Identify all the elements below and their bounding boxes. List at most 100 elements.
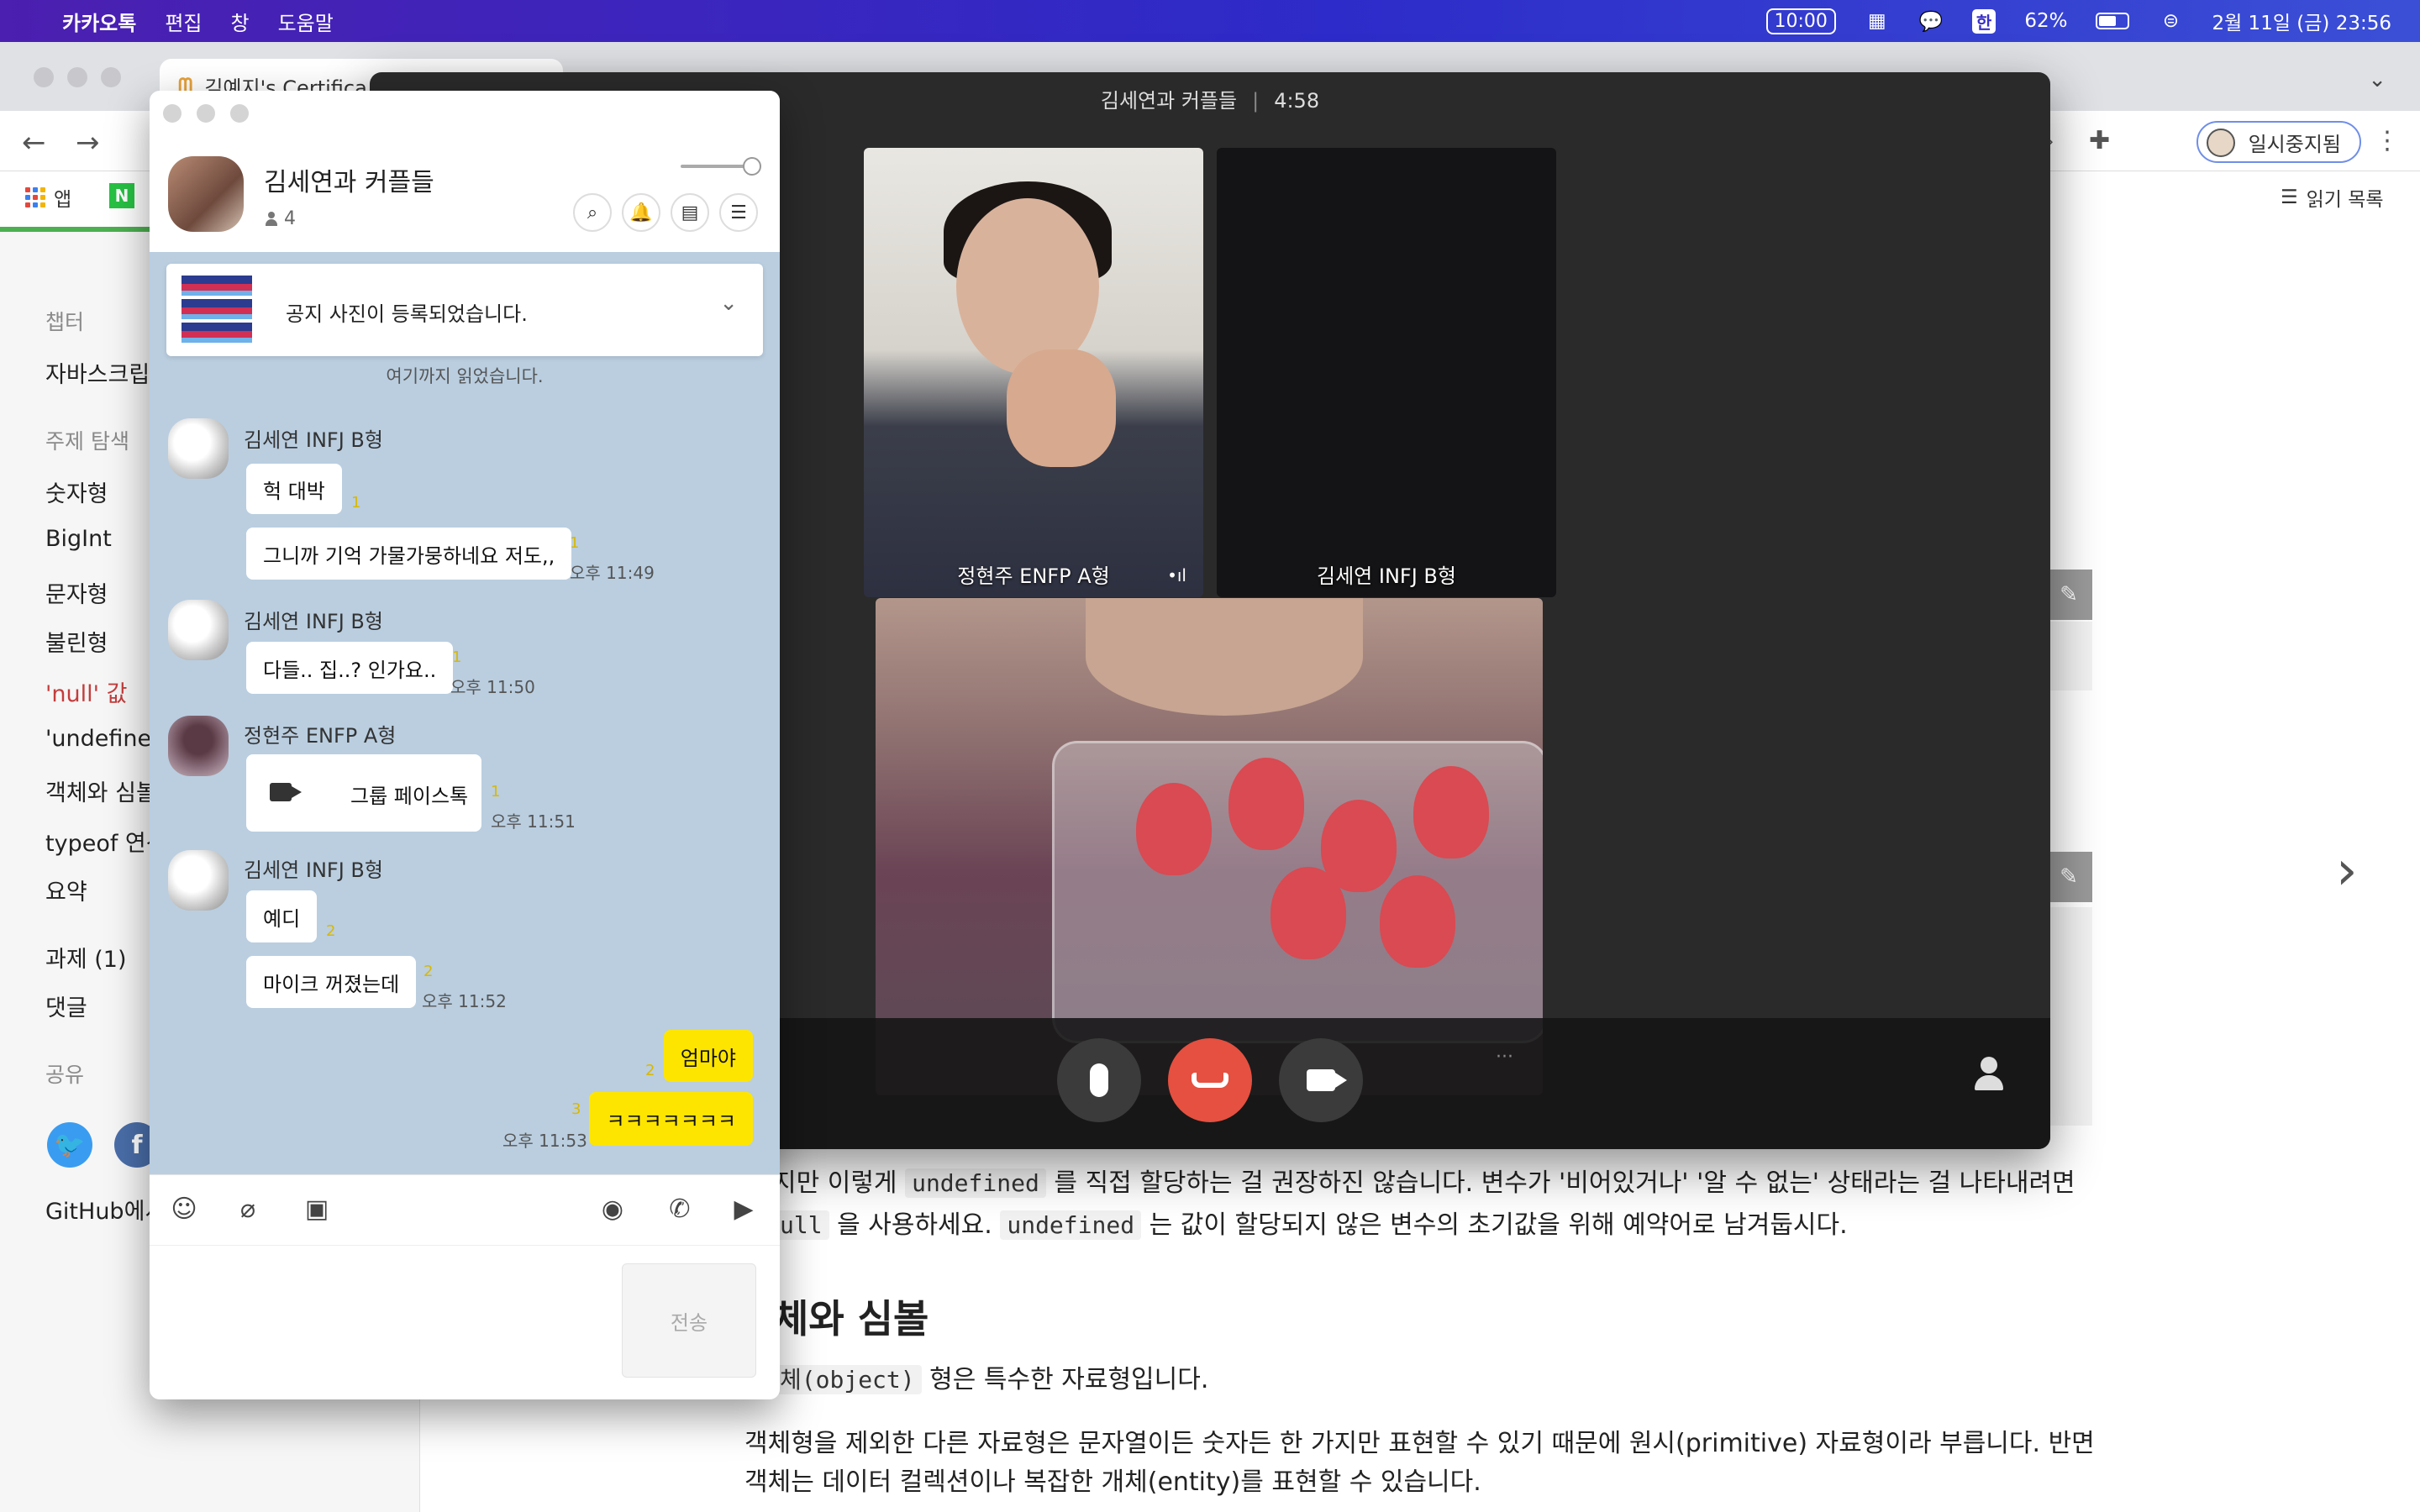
person-icon[interactable] bbox=[1970, 1053, 2008, 1092]
mic-button[interactable] bbox=[1057, 1038, 1141, 1122]
window-layout-icon[interactable]: ▦ bbox=[1865, 10, 1890, 32]
menu-icon[interactable]: ☰ bbox=[719, 193, 758, 232]
chat-room-title: 김세연과 커플들 bbox=[264, 168, 434, 197]
forward-arrow-icon[interactable]: → bbox=[76, 126, 100, 160]
menu-clock[interactable]: 2월 11일 (금) 23:56 bbox=[2212, 7, 2391, 35]
tab-list-chevron-icon[interactable]: ⌄ bbox=[2368, 67, 2386, 92]
menu-edit[interactable]: 편집 bbox=[165, 7, 202, 36]
notice-thumbnail bbox=[182, 276, 252, 344]
back-arrow-icon[interactable]: ← bbox=[22, 126, 46, 160]
message-bubble[interactable]: 예디 bbox=[246, 890, 318, 942]
opacity-slider[interactable] bbox=[681, 157, 761, 176]
assignment-link[interactable]: 과제 (1) bbox=[45, 941, 127, 974]
face-talk-room: 김세연과 커플들 bbox=[1100, 89, 1238, 113]
menu-window[interactable]: 창 bbox=[231, 7, 250, 36]
video-tile-participant[interactable]: 정현주 ENFP A형 •ıl bbox=[864, 148, 1203, 597]
message-time: 오후 11:51 bbox=[491, 811, 576, 832]
bookmark-naver[interactable]: N bbox=[109, 183, 134, 208]
bookmark-apps[interactable]: 앱 bbox=[25, 183, 71, 212]
extension-puzzle-icon[interactable]: ✚ bbox=[2089, 126, 2110, 155]
sender-name: 김세연 INFJ B형 bbox=[244, 428, 383, 452]
sender-avatar[interactable] bbox=[168, 716, 229, 776]
control-center-icon[interactable]: ⊜ bbox=[2158, 10, 2183, 32]
group-facetalk-bubble[interactable]: 그룹 페이스톡 bbox=[246, 754, 481, 832]
calendar-icon[interactable]: ▣ bbox=[299, 1191, 334, 1226]
voice-icon[interactable]: ◉ bbox=[595, 1191, 630, 1226]
bell-icon[interactable]: 🔔 bbox=[622, 193, 660, 232]
notice-banner[interactable]: 공지 사진이 등록되었습니다. ⌄ bbox=[166, 264, 763, 356]
message-bubble[interactable]: 마이크 꺼졌는데 bbox=[246, 956, 417, 1008]
topic-boolean[interactable]: 불린형 bbox=[45, 625, 108, 658]
chat-status-icon[interactable]: 💬 bbox=[1918, 11, 1944, 33]
topic-number[interactable]: 숫자형 bbox=[45, 475, 108, 508]
browser-close-button[interactable] bbox=[34, 67, 54, 87]
topic-summary[interactable]: 요약 bbox=[45, 874, 87, 906]
input-method-indicator[interactable]: 한 bbox=[1971, 8, 1996, 34]
member-count[interactable]: 4 bbox=[264, 208, 296, 229]
inline-code: 체(object) bbox=[773, 1365, 922, 1394]
browser-menu-icon[interactable]: ⋮ bbox=[2375, 126, 2400, 155]
topics-label: 주제 탐색 bbox=[45, 429, 129, 454]
comments-link[interactable]: 댓글 bbox=[45, 990, 87, 1022]
reading-list-icon: ☰ bbox=[2281, 186, 2298, 208]
chat-minimize-button[interactable] bbox=[197, 104, 215, 123]
members-icon bbox=[264, 211, 279, 227]
unread-count: 1 bbox=[351, 494, 361, 512]
battery-icon[interactable] bbox=[2096, 13, 2130, 29]
paragraph: 객체는 데이터 컬렉션이나 복잡한 개체(entity)를 표현할 수 있습니다… bbox=[744, 1467, 1481, 1497]
my-message-bubble[interactable]: ㅋㅋㅋㅋㅋㅋㅋ bbox=[589, 1092, 753, 1146]
search-icon[interactable]: ⌕ bbox=[573, 193, 612, 232]
paragraph: ull 을 사용하세요. undefined 는 값이 할당되지 않은 변수의 … bbox=[773, 1206, 2118, 1245]
paragraph-text: 를 직접 할당하는 걸 권장하진 않습니다. 변수가 '비어있거나' '알 수 … bbox=[1054, 1168, 2075, 1198]
next-page-arrow-icon[interactable]: › bbox=[2336, 840, 2358, 902]
sender-avatar[interactable] bbox=[168, 850, 229, 911]
github-link[interactable]: GitHub에서 bbox=[45, 1193, 166, 1226]
topic-null[interactable]: 'null' 값 bbox=[45, 675, 128, 708]
send-button[interactable]: 전송 bbox=[622, 1263, 756, 1378]
chevron-down-icon[interactable]: ⌄ bbox=[719, 291, 738, 316]
message-time: 오후 11:53 bbox=[502, 1131, 587, 1151]
browser-minimize-button[interactable] bbox=[67, 67, 87, 87]
sender-avatar[interactable] bbox=[168, 418, 229, 479]
timer-status[interactable]: 10:00 bbox=[1765, 8, 1836, 34]
battery-percent[interactable]: 62% bbox=[2024, 10, 2067, 32]
more-options-icon[interactable]: ··· bbox=[1496, 1047, 1513, 1068]
topic-object-symbol[interactable]: 객체와 심볼 bbox=[45, 774, 157, 807]
end-call-button[interactable] bbox=[1168, 1038, 1252, 1122]
naver-icon: N bbox=[109, 183, 134, 208]
menu-app-name[interactable]: 카카오톡 bbox=[62, 7, 136, 36]
phone-icon[interactable]: ✆ bbox=[662, 1191, 697, 1226]
end-call-icon bbox=[1192, 1073, 1228, 1088]
message-bubble[interactable]: 다들.. 집..? 인가요.. bbox=[246, 642, 454, 694]
message-bubble[interactable]: 그니까 기억 가물가뭉하네요 저도,, bbox=[246, 528, 572, 580]
menu-bar: 카카오톡 편집 창 도움말 10:00 ▦ 💬 한 62% ⊜ 2월 11일 (… bbox=[0, 0, 2420, 42]
topic-string[interactable]: 문자형 bbox=[45, 576, 108, 609]
inline-code: ull bbox=[773, 1210, 829, 1240]
code-block-edge bbox=[2050, 622, 2092, 690]
paperclip-icon[interactable]: ⌀ bbox=[230, 1191, 266, 1226]
drawer-icon[interactable]: ▤ bbox=[671, 193, 709, 232]
edit-code-icon[interactable]: ✎ bbox=[2045, 570, 2092, 620]
facetalk-label: 그룹 페이스톡 bbox=[350, 785, 469, 808]
topic-bigint[interactable]: BigInt bbox=[45, 526, 112, 552]
chat-zoom-button[interactable] bbox=[230, 104, 249, 123]
slider-knob[interactable] bbox=[743, 157, 761, 176]
my-message-bubble[interactable]: 엄마야 bbox=[663, 1030, 753, 1082]
chat-room-avatar[interactable] bbox=[168, 156, 244, 232]
profile-paused-button[interactable]: 일시중지됨 bbox=[2196, 121, 2361, 163]
message-bubble[interactable]: 헉 대박 bbox=[246, 464, 342, 514]
camera-button[interactable] bbox=[1279, 1038, 1363, 1122]
participant-name: 정현주 ENFP A형 bbox=[957, 564, 1110, 588]
menu-help[interactable]: 도움말 bbox=[278, 7, 334, 36]
reading-list-button[interactable]: ☰ 읽기 목록 bbox=[2281, 183, 2384, 212]
browser-zoom-button[interactable] bbox=[101, 67, 121, 87]
video-call-icon[interactable]: ▶ bbox=[726, 1191, 761, 1226]
reading-list-label: 읽기 목록 bbox=[2306, 189, 2384, 211]
video-tile-participant[interactable]: 김세연 INFJ B형 bbox=[1217, 148, 1556, 597]
sender-avatar[interactable] bbox=[168, 600, 229, 660]
emoji-icon[interactable]: ☺ bbox=[166, 1191, 202, 1226]
chat-close-button[interactable] bbox=[163, 104, 182, 123]
twitter-icon[interactable]: 🐦 bbox=[47, 1122, 92, 1168]
code-block-edge bbox=[2050, 907, 2092, 1126]
edit-code-icon[interactable]: ✎ bbox=[2045, 852, 2092, 902]
